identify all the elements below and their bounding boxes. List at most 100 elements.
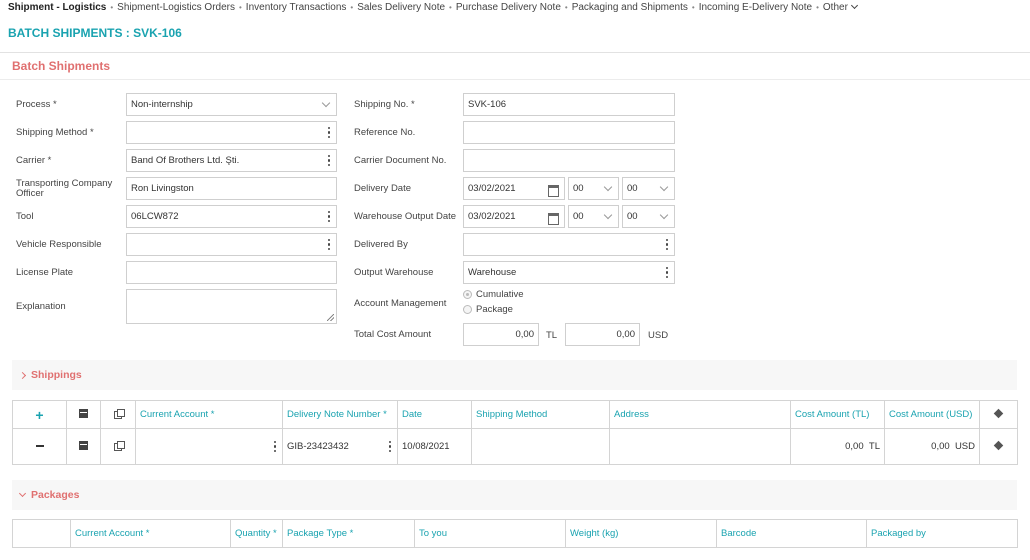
- transport-officer-label: Transporting Company Officer: [16, 178, 113, 199]
- warehouse-output-date-value: 03/02/2021: [468, 211, 516, 222]
- column-header-weight[interactable]: Weight (kg): [565, 519, 717, 548]
- nav-separator: •: [350, 2, 354, 12]
- carrier-value: Band Of Brothers Ltd. Şti.: [131, 155, 240, 166]
- radio-dot: [463, 305, 472, 314]
- nav-item-packaging-and-shipments[interactable]: Packaging and Shipments: [572, 2, 688, 13]
- column-header-barcode[interactable]: Barcode: [716, 519, 867, 548]
- column-header-shipping-method[interactable]: Shipping Method: [471, 400, 610, 429]
- license-plate-input[interactable]: [126, 261, 337, 284]
- nav-item-purchase-delivery-note[interactable]: Purchase Delivery Note: [456, 2, 561, 13]
- shipping-no-value: SVK-106: [468, 99, 507, 110]
- column-header-quantity[interactable]: Quantity *: [230, 519, 283, 548]
- explanation-textarea[interactable]: [126, 289, 337, 324]
- column-header-date[interactable]: Date: [397, 400, 472, 429]
- archive-row-button[interactable]: [66, 428, 101, 465]
- nav-item-other[interactable]: Other: [823, 1, 858, 13]
- shippings-section-toggle[interactable]: Shippings: [12, 360, 1017, 390]
- nav-item-shipment-logistics[interactable]: Shipment - Logistics: [8, 2, 106, 13]
- nav-separator: •: [449, 2, 452, 12]
- warehouse-output-minute-select[interactable]: 00: [622, 205, 675, 228]
- cell-cost-tl[interactable]: 0,00 TL: [790, 428, 885, 465]
- delivery-date-value: 03/02/2021: [468, 183, 516, 194]
- chevron-down-icon: [18, 489, 27, 497]
- cell-address[interactable]: [609, 428, 791, 465]
- shipping-no-input[interactable]: SVK-106: [463, 93, 675, 116]
- delivery-hour-select[interactable]: 00: [568, 177, 619, 200]
- minus-icon: [35, 445, 44, 448]
- carrier-doc-no-input[interactable]: [463, 149, 675, 172]
- vehicle-responsible-field[interactable]: [126, 233, 337, 256]
- cell-date[interactable]: 10/08/2021: [397, 428, 472, 465]
- main-content: Batch Shipments Process * Non-internship…: [0, 53, 1030, 559]
- page-title: BATCH SHIPMENTS : SVK-106: [0, 14, 1030, 53]
- packages-section-toggle[interactable]: Packages: [12, 480, 1017, 510]
- cell-shipping-method[interactable]: [471, 428, 610, 465]
- shipping-method-field[interactable]: [126, 121, 337, 144]
- nav-separator: •: [110, 2, 114, 12]
- more-options-icon[interactable]: [387, 440, 393, 453]
- shipping-no-label: Shipping No. *: [354, 99, 415, 110]
- delivery-date-input[interactable]: 03/02/2021: [463, 177, 565, 200]
- column-header-current-account[interactable]: Current Account *: [70, 519, 231, 548]
- cell-current-account[interactable]: [135, 428, 283, 465]
- delivery-minute-select[interactable]: 00: [622, 177, 675, 200]
- radio-cumulative[interactable]: Cumulative: [463, 289, 524, 300]
- table-header-row: Current Account * Quantity * Package Typ…: [12, 519, 1018, 548]
- tool-field[interactable]: 06LCW872: [126, 205, 337, 228]
- table-row: GIB-23423432 10/08/2021 0,00 TL 0,00 USD: [12, 428, 1018, 465]
- delivery-note-value: GIB-23423432: [287, 441, 349, 452]
- column-header-packaged-by[interactable]: Packaged by: [866, 519, 1018, 548]
- more-options-icon[interactable]: [324, 150, 334, 171]
- more-options-icon[interactable]: [662, 262, 672, 283]
- total-cost-tl-input[interactable]: 0,00: [463, 323, 539, 346]
- more-options-icon[interactable]: [324, 122, 334, 143]
- column-header-delivery-note[interactable]: Delivery Note Number *: [282, 400, 398, 429]
- nav-item-inventory-transactions[interactable]: Inventory Transactions: [246, 2, 347, 13]
- calendar-icon[interactable]: [548, 212, 559, 225]
- package-icon: [993, 408, 1004, 418]
- carrier-field[interactable]: Band Of Brothers Ltd. Şti.: [126, 149, 337, 172]
- nav-item-shipment-logistics-orders[interactable]: Shipment-Logistics Orders: [117, 2, 235, 13]
- more-options-icon[interactable]: [662, 234, 672, 255]
- nav-item-sales-delivery-note[interactable]: Sales Delivery Note: [357, 2, 445, 13]
- warehouse-output-hour-value: 00: [573, 211, 584, 222]
- cell-cost-usd[interactable]: 0,00 USD: [884, 428, 980, 465]
- package-row-button[interactable]: [979, 428, 1018, 465]
- copy-row-button[interactable]: [100, 428, 136, 465]
- resize-handle-icon[interactable]: [327, 314, 334, 321]
- shippings-title: Shippings: [31, 369, 82, 381]
- cost-tl-value: 0,00: [845, 441, 864, 452]
- remove-row-button[interactable]: [12, 428, 67, 465]
- delivered-by-field[interactable]: [463, 233, 675, 256]
- nav-item-incoming-e-delivery-note[interactable]: Incoming E-Delivery Note: [699, 2, 812, 13]
- chevron-down-icon: [603, 182, 613, 191]
- reference-no-input[interactable]: [463, 121, 675, 144]
- total-cost-usd-input[interactable]: 0,00: [565, 323, 640, 346]
- column-header-address[interactable]: Address: [609, 400, 791, 429]
- process-select[interactable]: Non-internship: [126, 93, 337, 116]
- copy-column-header: [100, 400, 136, 429]
- warehouse-output-date-input[interactable]: 03/02/2021: [463, 205, 565, 228]
- tl-unit: TL: [546, 330, 558, 341]
- more-options-icon[interactable]: [324, 234, 334, 255]
- package-column-header: [979, 400, 1018, 429]
- transport-officer-input[interactable]: Ron Livingston: [126, 177, 337, 200]
- column-header-cost-usd[interactable]: Cost Amount (USD): [884, 400, 980, 429]
- table-header-row: + Current Account * Delivery Note Number…: [12, 400, 1018, 429]
- radio-package[interactable]: Package: [463, 304, 513, 315]
- calendar-icon[interactable]: [548, 184, 559, 197]
- column-header-package-type[interactable]: Package Type *: [282, 519, 415, 548]
- column-header-cost-tl[interactable]: Cost Amount (TL): [790, 400, 885, 429]
- plus-icon: +: [35, 406, 44, 423]
- more-options-icon[interactable]: [272, 440, 278, 453]
- column-header-to-you[interactable]: To you: [414, 519, 566, 548]
- chevron-down-icon: [321, 98, 331, 107]
- total-cost-usd-value: 0,00: [616, 329, 636, 340]
- packages-title: Packages: [31, 489, 80, 501]
- warehouse-output-hour-select[interactable]: 00: [568, 205, 619, 228]
- output-warehouse-field[interactable]: Warehouse: [463, 261, 675, 284]
- more-options-icon[interactable]: [324, 206, 334, 227]
- column-header-current-account[interactable]: Current Account *: [135, 400, 283, 429]
- cell-delivery-note[interactable]: GIB-23423432: [282, 428, 398, 465]
- add-row-button[interactable]: +: [12, 400, 67, 429]
